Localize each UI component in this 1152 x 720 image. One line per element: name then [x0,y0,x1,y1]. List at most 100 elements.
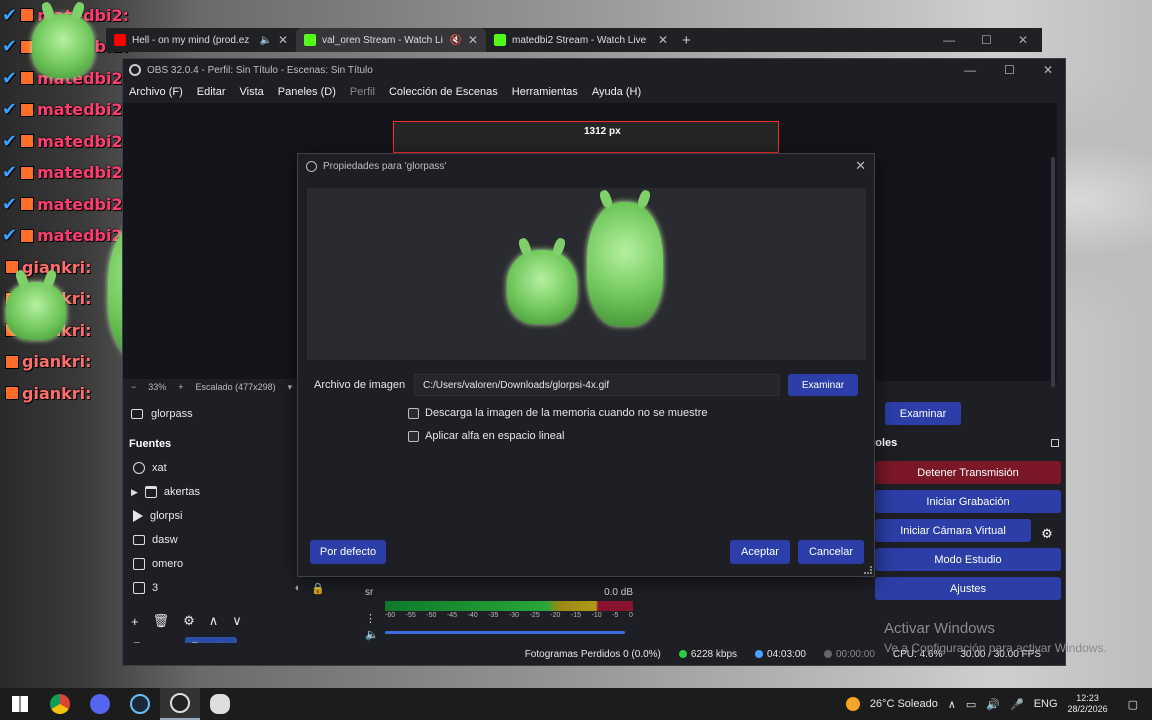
settings-button[interactable]: Ajustes [875,577,1061,600]
meter-tick-label: -10 [591,612,602,619]
close-icon[interactable]: ✕ [468,33,478,47]
meter-tick-label: -40 [467,612,478,619]
weather[interactable]: 26°C Soleado [870,698,938,710]
verified-icon: ✔ [2,162,18,183]
move-down-icon[interactable]: ∨ [232,613,242,629]
gear-icon[interactable]: ⚙ [1033,522,1061,545]
close-icon[interactable]: ✕ [855,158,874,174]
menu-coleccion[interactable]: Colección de Escenas [389,86,498,98]
start-virtual-camera-button[interactable]: Iniciar Cámara Virtual [875,519,1031,542]
checkbox[interactable] [408,430,419,442]
menu-perfil[interactable]: Perfil [350,86,375,98]
verified-icon: ✔ [2,67,18,89]
app-skull-icon[interactable] [200,688,240,720]
obs-taskbar-icon[interactable] [160,688,200,720]
resize-grip[interactable] [864,566,872,574]
trash-icon[interactable]: 🗑 [153,613,170,629]
lock-icon[interactable]: 🔒 [311,582,325,595]
windows-start-icon[interactable] [0,688,40,720]
defaults-button[interactable]: Por defecto [310,540,386,564]
visibility-hidden-icon[interactable]: ◐ [295,582,302,595]
zoom-in-button[interactable]: + [178,382,183,392]
menu-herramientas[interactable]: Herramientas [512,86,578,98]
menu-archivo[interactable]: Archivo (F) [129,86,183,98]
folder-icon [144,486,157,498]
muted-icon[interactable]: 🔇 [449,35,461,46]
image-icon [133,582,145,594]
add-source-button[interactable]: + [131,614,139,629]
browser-tab[interactable]: val_oren Stream - Watch Li 🔇 ✕ [296,28,486,52]
chrome-icon[interactable] [40,688,80,720]
speaker-icon[interactable]: 🔈 [365,627,389,643]
discord-icon[interactable] [80,688,120,720]
menu-paneles[interactable]: Paneles (D) [278,86,336,98]
kebab-menu-icon[interactable]: ⋮ [365,611,389,627]
verified-icon: ✔ [2,99,18,120]
chat-message: ✔matedbi2: [2,193,129,215]
maximize-icon[interactable]: ☐ [981,33,992,47]
chevron-down-icon[interactable]: ▾ [288,382,293,393]
minimize-icon[interactable]: — [964,63,976,77]
browser-tab[interactable]: Hell - on my mind (prod.ez 🔈 ✕ [106,28,296,52]
globe-icon [133,462,145,474]
preview-scrollbar[interactable] [1051,157,1055,387]
badge-icon [20,165,35,180]
cancel-button[interactable]: Cancelar [798,540,864,564]
source-item[interactable]: 3 ◐ 🔒 [123,576,333,600]
undock-icon[interactable] [1051,439,1059,447]
bitrate: 6228 kbps [678,649,737,660]
mic-icon[interactable]: 🎤 [1010,698,1024,711]
browse-button-background[interactable]: Examinar [885,402,961,425]
studio-mode-button[interactable]: Modo Estudio [875,548,1061,571]
image-file-field[interactable]: C:/Users/valoren/Downloads/glorpsi-4x.gi… [414,374,780,396]
minimize-icon[interactable]: — [943,33,955,47]
close-icon[interactable]: ✕ [658,33,668,47]
preview-measurement: 1312 px [584,126,621,137]
youtube-icon [114,34,126,46]
close-icon[interactable]: ✕ [1043,63,1053,77]
linear-alpha-checkbox[interactable]: Aplicar alfa en espacio lineal [408,428,564,444]
notifications-icon[interactable]: ▢ [1128,698,1138,711]
scene-item[interactable]: glorpass [123,402,303,426]
network-icon[interactable]: ▭ [966,698,976,711]
clock[interactable]: 12:23 28/2/2026 [1068,693,1108,715]
sources-header: Fuentes [129,438,172,450]
obs-logo-icon [306,160,317,172]
speaker-icon[interactable]: 🔈 [259,35,271,46]
volume-slider[interactable] [385,631,625,634]
move-up-icon[interactable]: ∧ [209,613,219,629]
menu-vista[interactable]: Vista [240,86,264,98]
meter-tick-label: -30 [508,612,520,619]
expand-arrow-icon[interactable]: ▶ [131,487,138,498]
close-icon[interactable]: ✕ [278,33,288,47]
mixer-db-value: 0.0 dB [604,587,633,598]
new-tab-button[interactable]: + [682,32,691,49]
zoom-out-button[interactable]: − [131,382,136,392]
volume-icon[interactable]: 🔊 [986,698,1000,711]
stop-streaming-button[interactable]: Detener Transmisión [875,461,1061,484]
stream-time: 04:03:00 [755,649,806,660]
maximize-icon[interactable]: ☐ [1004,63,1015,77]
dropped-frames: Fotogramas Perdidos 0 (0.0%) [524,648,661,660]
alien-sticker [6,282,66,340]
start-recording-button[interactable]: Iniciar Grabación [875,490,1061,513]
weather-icon [845,697,860,711]
menu-editar[interactable]: Editar [197,86,226,98]
verified-icon: ✔ [2,225,18,246]
menu-ayuda[interactable]: Ayuda (H) [592,86,641,98]
record-icon [823,649,832,658]
ok-button[interactable]: Aceptar [730,540,790,564]
browser-tab[interactable]: matedbi2 Stream - Watch Live ✕ [486,28,676,52]
record-time: 00:00:00 [823,649,875,660]
meter-tick-label: -55 [405,612,416,619]
badge-icon [20,197,35,211]
language-indicator[interactable]: ENG [1034,698,1058,710]
scene-icon [131,409,143,419]
chevron-up-icon[interactable]: ∧ [948,698,956,711]
steam-icon[interactable] [120,688,160,720]
close-icon[interactable]: ✕ [1018,33,1028,47]
checkbox[interactable] [408,407,419,419]
browse-button[interactable]: Examinar [788,374,858,396]
unload-image-checkbox[interactable]: Descarga la imagen de la memoria cuando … [408,405,707,421]
gear-icon[interactable]: ⚙ [183,613,195,629]
